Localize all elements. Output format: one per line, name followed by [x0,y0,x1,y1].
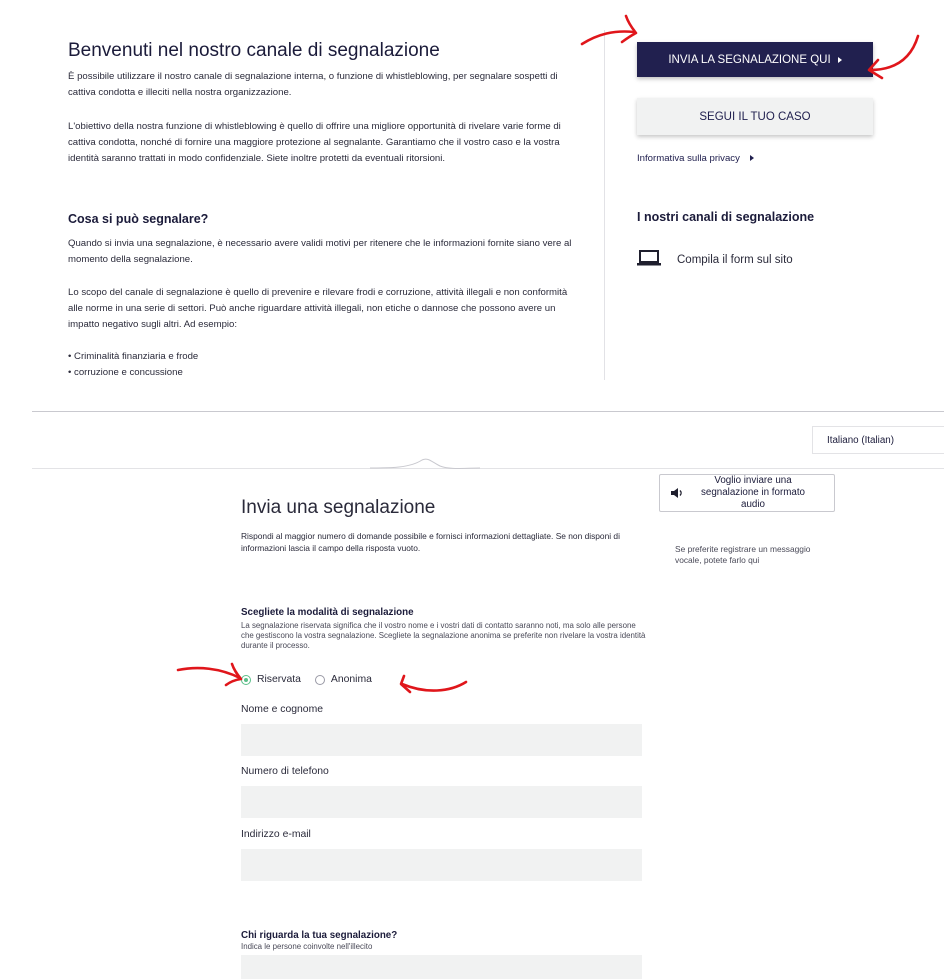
section-divider [32,468,944,469]
list-item: • corruzione e concussione [68,367,183,379]
channel-item-label: Compila il form sul sito [677,254,793,266]
phone-input[interactable] [241,786,642,818]
email-input[interactable] [241,849,642,881]
submit-report-label: INVIA LA SEGNALAZIONE QUI [668,53,831,66]
decorative-wave [370,458,480,469]
page-title: Benvenuti nel nostro canale di segnalazi… [68,40,440,61]
section-divider [32,411,944,412]
audio-note: Se preferite registrare un messaggio voc… [675,544,811,565]
intro-paragraph-1: È possibile utilizzare il nostro canale … [68,71,558,99]
audio-report-button[interactable]: Voglio inviare una segnalazione in forma… [659,474,835,512]
red-arrow-annotation [580,14,638,46]
involved-heading: Chi riguarda la tua segnalazione? [241,930,398,941]
cosa-paragraph-2: Lo scopo del canale di segnalazione è qu… [68,287,568,331]
mode-description: La segnalazione riservata significa che … [241,621,646,651]
list-item: • Criminalità finanziaria e frode [68,351,199,362]
form-title: Invia una segnalazione [241,497,436,518]
involved-input[interactable] [241,955,642,979]
audio-report-label: Voglio inviare una segnalazione in forma… [700,475,806,510]
email-label: Indirizzo e-mail [241,829,311,840]
laptop-icon [637,249,661,271]
cosa-paragraph-1: Quando si invia una segnalazione, è nece… [68,238,572,266]
privacy-link[interactable]: Informativa sulla privacy [637,153,754,164]
mode-radio-group: Riservata Anonima [241,674,372,685]
follow-case-button[interactable]: SEGUI IL TUO CASO [637,98,873,135]
mode-heading: Scegliete la modalità di segnalazione [241,607,414,618]
red-arrow-annotation [867,34,920,80]
vertical-divider [604,30,605,380]
chevron-right-icon [749,155,754,161]
channels-heading: I nostri canali di segnalazione [637,210,815,224]
radio-riservata-label[interactable]: Riservata [257,674,301,685]
chevron-right-icon [837,56,842,63]
follow-case-label: SEGUI IL TUO CASO [699,110,811,123]
example-list: • Criminalità finanziaria e frode • corr… [68,349,198,381]
name-input[interactable] [241,724,642,756]
form-intro: Rispondi al maggior numero di domande po… [241,531,620,553]
privacy-link-label: Informativa sulla privacy [637,153,740,164]
speaker-icon [670,487,684,499]
radio-anonima-label[interactable]: Anonima [331,674,372,685]
submit-report-button[interactable]: INVIA LA SEGNALAZIONE QUI [637,42,873,77]
name-label: Nome e cognome [241,704,324,715]
channel-item-web-form: Compila il form sul sito [637,249,793,271]
intro-paragraph-2: L'obiettivo della nostra funzione di whi… [68,121,561,165]
section-heading-cosa: Cosa si può segnalare? [68,212,209,226]
language-select[interactable]: Italiano (Italian) [812,426,944,454]
red-arrow-annotation [399,674,468,694]
involved-description: Indica le persone coinvolte nell'illecit… [241,942,373,951]
red-arrow-annotation [176,662,243,687]
radio-anonima[interactable] [314,674,325,685]
phone-label: Numero di telefono [241,766,329,777]
